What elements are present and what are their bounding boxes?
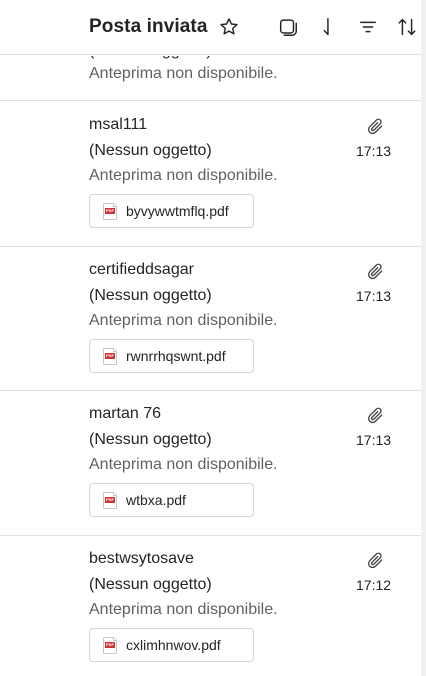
attachment-chip[interactable]: PDF rwnrrhqswnt.pdf	[89, 339, 254, 373]
attachment-name: rwnrrhqswnt.pdf	[126, 348, 226, 364]
attachment-chip[interactable]: PDF cxlimhnwov.pdf	[89, 628, 254, 662]
attachment-name: byvywwtmflq.pdf	[126, 203, 229, 219]
attachment-chip[interactable]: PDF wtbxa.pdf	[89, 483, 254, 517]
message-subject: (Nessun oggetto)	[89, 576, 212, 593]
message-subject: (Nessun oggetto)	[89, 431, 212, 448]
paperclip-icon	[363, 259, 387, 283]
message-preview: Anteprima non disponibile.	[89, 65, 278, 82]
pdf-file-icon: PDF	[103, 202, 117, 220]
message-preview: Anteprima non disponibile.	[89, 167, 278, 184]
message-sender: msal111	[89, 116, 148, 133]
sort-icon[interactable]	[394, 14, 420, 40]
pdf-file-icon: PDF	[103, 347, 117, 365]
scrollbar-track[interactable]	[421, 0, 426, 676]
attachment-name: cxlimhnwov.pdf	[126, 637, 221, 653]
paperclip-icon	[363, 403, 387, 427]
star-icon[interactable]	[216, 14, 242, 40]
message-subject: (Nessun oggetto)	[89, 142, 212, 159]
attachment-chip[interactable]: PDF byvywwtmflq.pdf	[89, 194, 254, 228]
list-item[interactable]: msal111 (Nessun oggetto) Anteprima non d…	[0, 101, 426, 246]
pdf-file-icon: PDF	[103, 636, 117, 654]
list-item[interactable]: certifieddsagar (Nessun oggetto) Antepri…	[0, 246, 426, 391]
attachment-name: wtbxa.pdf	[126, 492, 186, 508]
mail-app: (Nessun oggetto) Anteprima non disponibi…	[0, 0, 426, 676]
select-all-icon[interactable]	[275, 14, 301, 40]
message-preview: Anteprima non disponibile.	[89, 601, 278, 618]
list-item[interactable]: bestwsytosave (Nessun oggetto) Anteprima…	[0, 535, 426, 676]
message-sender: certifieddsagar	[89, 261, 194, 278]
sort-down-icon[interactable]	[314, 14, 340, 40]
message-time: 17:13	[356, 432, 392, 448]
paperclip-icon	[363, 114, 387, 138]
paperclip-icon	[363, 548, 387, 572]
header-divider	[0, 54, 426, 55]
message-time: 17:12	[356, 577, 392, 593]
message-sender: martan 76	[89, 405, 162, 422]
message-preview: Anteprima non disponibile.	[89, 456, 278, 473]
list-item[interactable]: martan 76 (Nessun oggetto) Anteprima non…	[0, 390, 426, 535]
folder-header: Posta inviata	[0, 0, 426, 56]
message-subject: (Nessun oggetto)	[89, 287, 212, 304]
folder-title: Posta inviata	[89, 16, 208, 37]
message-preview: Anteprima non disponibile.	[89, 312, 278, 329]
message-sender: bestwsytosave	[89, 550, 194, 567]
filter-icon[interactable]	[355, 14, 381, 40]
message-time: 17:13	[356, 143, 392, 159]
message-time: 17:13	[356, 288, 392, 304]
pdf-file-icon: PDF	[103, 491, 117, 509]
